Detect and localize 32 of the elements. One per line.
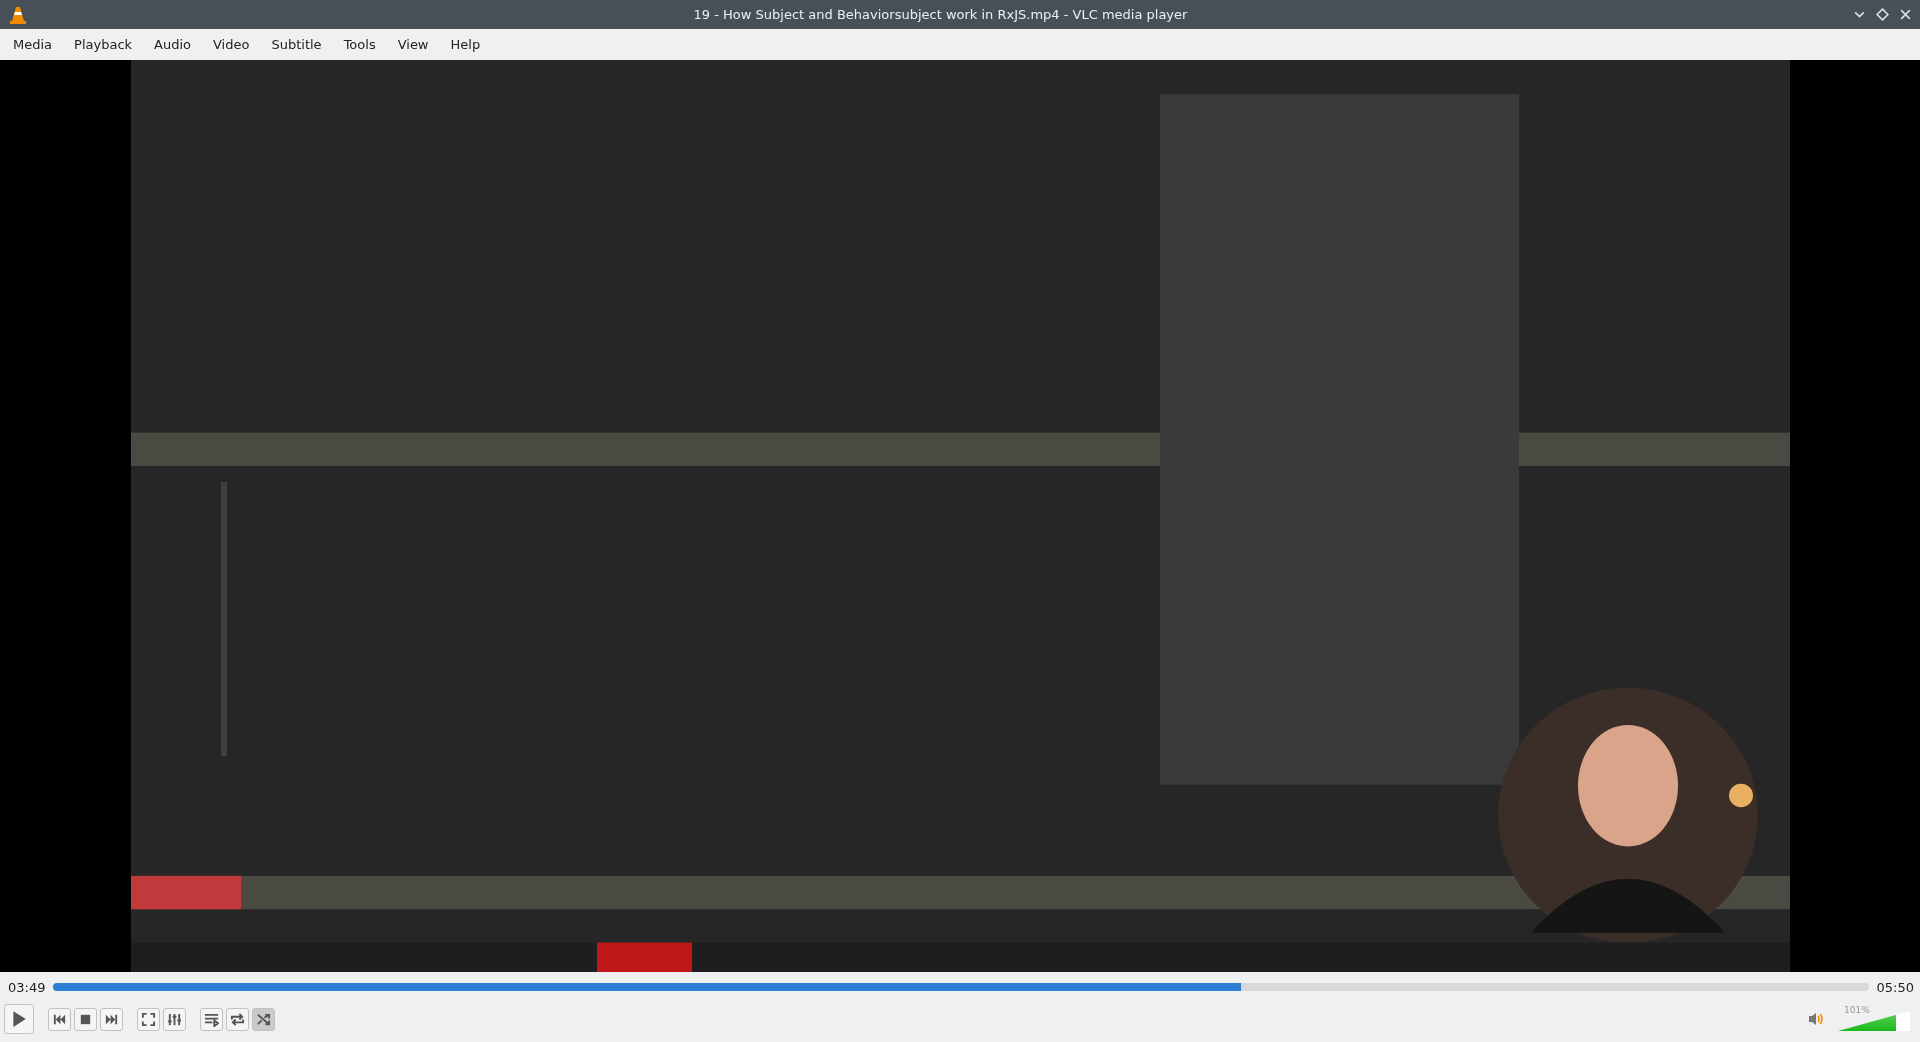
loop-button[interactable] — [226, 1007, 249, 1031]
menu-item[interactable]: Video — [204, 37, 259, 52]
loop-icon — [230, 1011, 245, 1027]
menu-item[interactable]: Audio — [145, 37, 200, 52]
traffic-cone-icon — [8, 4, 28, 25]
random-button[interactable] — [252, 1007, 275, 1031]
stop-button[interactable] — [74, 1007, 97, 1031]
window-title: 19 - How Subject and Behaviorsubject work in RxJS.mp4 - VLC media player — [692, 7, 1189, 22]
menu-item[interactable]: Playback — [65, 37, 142, 52]
menu-item[interactable]: Help — [441, 37, 490, 52]
close-icon[interactable] — [1899, 8, 1912, 21]
fullscreen-icon — [141, 1011, 156, 1027]
menu-item[interactable]: Tools — [334, 37, 385, 52]
volume-reading: 101% — [1844, 1005, 1870, 1015]
total-time: 05:50 — [1876, 979, 1914, 995]
speaker-icon[interactable] — [1808, 1011, 1824, 1027]
play-button[interactable] — [4, 1004, 34, 1034]
playlist-button[interactable] — [200, 1007, 223, 1031]
menu-item[interactable]: View — [388, 37, 438, 52]
seek-bar[interactable] — [53, 983, 1869, 991]
next-button[interactable] — [100, 1007, 123, 1031]
menu-item[interactable]: Media — [4, 37, 62, 52]
prev-button[interactable] — [48, 1007, 71, 1031]
shuffle-icon — [256, 1011, 271, 1027]
play-icon — [10, 1010, 28, 1028]
menu-item[interactable]: Subtitle — [262, 37, 331, 52]
playlist-icon — [204, 1011, 219, 1027]
settings-button[interactable] — [163, 1007, 186, 1031]
fullscreen-button[interactable] — [137, 1007, 160, 1031]
maximize-icon[interactable] — [1876, 8, 1889, 21]
sliders-icon — [167, 1011, 182, 1027]
elapsed-time: 03:49 — [8, 979, 46, 995]
